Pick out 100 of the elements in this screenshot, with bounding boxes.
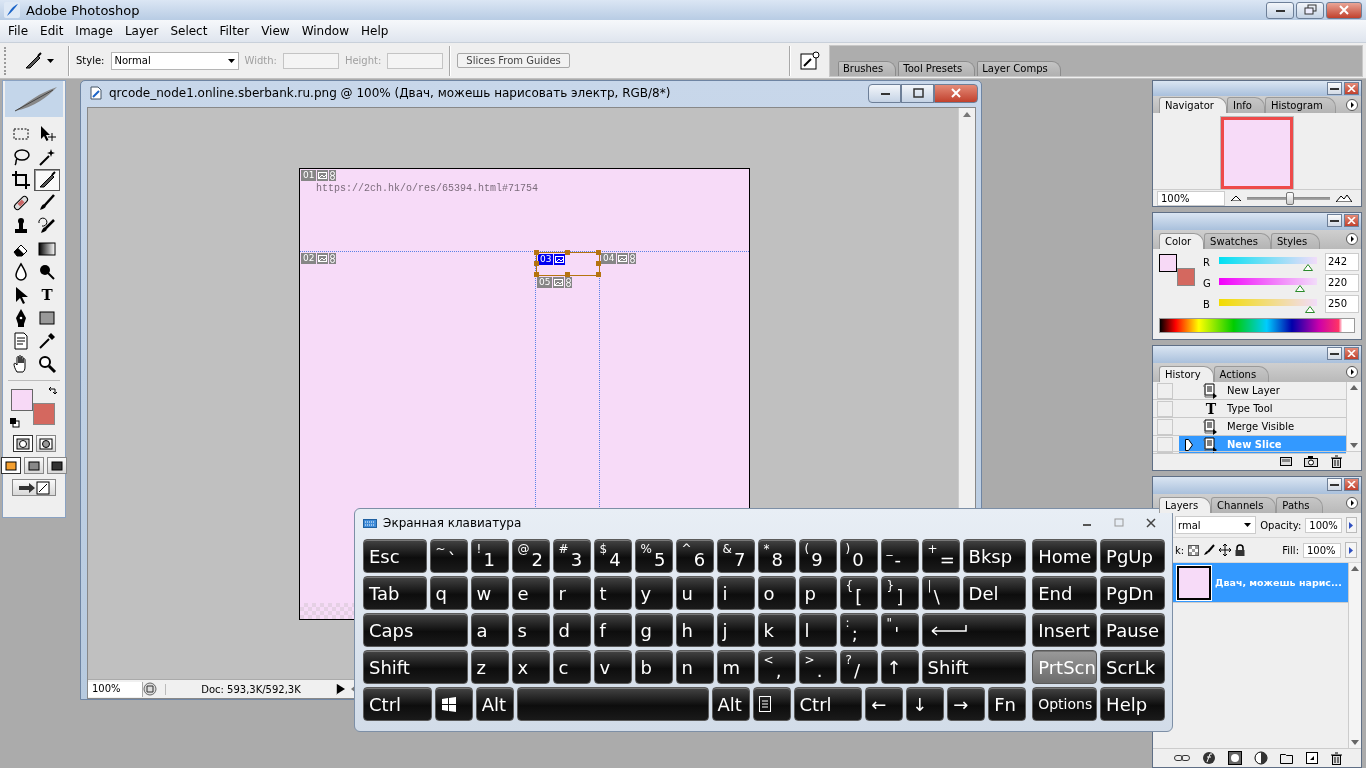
keyboard-key[interactable] [434,687,473,721]
keyboard-key[interactable]: r [552,576,591,610]
keyboard-key[interactable]: Help [1100,687,1165,721]
palette-menu-button[interactable] [1346,233,1358,245]
quick-mask-button[interactable] [35,435,56,452]
close-button[interactable] [1344,214,1359,227]
keyboard-key[interactable]: u [675,576,714,610]
zoom-field[interactable]: 100% [88,681,143,697]
move-cross-icon[interactable] [1219,544,1232,556]
foreground-swatch[interactable] [11,389,33,411]
palette-menu-button[interactable] [1346,497,1358,509]
foreground-swatch[interactable] [1159,254,1177,272]
keyboard-key[interactable]: f [593,613,632,647]
camera-icon[interactable] [1304,455,1318,467]
keyboard-key[interactable]: Shift [363,650,468,684]
keyboard-key[interactable]: PrtScn [1032,650,1098,684]
channel-slider[interactable] [1219,257,1317,271]
palette-menu-button[interactable] [1346,99,1358,112]
opacity-slider-button[interactable] [1345,517,1357,533]
resize-handle[interactable] [596,250,601,255]
keyboard-key[interactable]: Esc [363,539,427,573]
keyboard-key[interactable]: s [511,613,550,647]
new-layer-icon[interactable] [1306,752,1318,764]
keyboard-key[interactable]: )0 [839,539,878,573]
palette-tab[interactable]: Actions [1213,366,1270,382]
minimize-button[interactable] [1327,347,1342,360]
keyboard-key[interactable]: *8 [757,539,796,573]
channel-value-field[interactable]: 220 [1325,274,1359,292]
minimize-button[interactable] [1327,478,1342,491]
keyboard-key[interactable]: i [716,576,755,610]
keyboard-key[interactable]: → [947,687,986,721]
grip-handle[interactable] [4,46,9,75]
style-dropdown[interactable]: Normal [110,51,239,70]
close-button[interactable] [1344,82,1359,95]
small-mountain-icon[interactable] [1231,195,1241,201]
history-item[interactable]: T Type Tool [1179,400,1346,417]
resize-handle[interactable] [565,250,570,255]
history-item[interactable]: New Layer [1179,382,1346,399]
background-swatch[interactable] [33,403,55,425]
color-spectrum-bar[interactable] [1159,318,1355,333]
keyboard-key[interactable]: ↑ [880,650,919,684]
keyboard-key[interactable]: Ctrl [793,687,863,721]
menu-item[interactable]: Image [69,24,119,38]
palette-tab[interactable]: Swatches [1204,233,1271,249]
keyboard-key[interactable]: ScrLk [1100,650,1165,684]
palette-tab[interactable]: Color [1159,233,1205,249]
keyboard-key[interactable]: d [552,613,591,647]
palette-tab[interactable]: Paths [1276,497,1323,513]
zoom-field[interactable]: 100% [1157,190,1225,206]
keyboard-key[interactable]: z [470,650,509,684]
keyboard-key[interactable]: y [634,576,673,610]
folder-icon[interactable] [1280,752,1294,764]
close-button[interactable] [1344,347,1359,360]
palette-well-tab[interactable]: Tool Presets [898,60,976,76]
keyboard-key[interactable]: !1 [470,539,509,573]
keyboard-key[interactable]: k [757,613,796,647]
default-colors-icon[interactable] [10,418,20,428]
standard-mode-button[interactable] [12,435,33,452]
restore-button[interactable] [1296,1,1324,19]
menu-item[interactable]: Window [295,24,355,38]
keyboard-key[interactable]: Fn [988,687,1027,721]
navigator-preview[interactable] [1221,117,1293,190]
mask-icon[interactable] [1228,751,1242,765]
keyboard-key[interactable]: %5 [634,539,673,573]
minimize-button[interactable] [1327,82,1342,95]
vertical-scrollbar[interactable] [1347,563,1361,748]
keyboard-key[interactable]: m [716,650,755,684]
brush-icon[interactable] [1203,544,1216,556]
channel-slider[interactable] [1219,278,1317,292]
keyboard-key[interactable]: j [716,613,755,647]
keyboard-key[interactable]: Ctrl [363,687,432,721]
keyboard-key[interactable]: :; [839,613,878,647]
keyboard-key[interactable]: c [552,650,591,684]
keyboard-key[interactable] [752,687,791,721]
keyboard-key[interactable]: ^6 [675,539,714,573]
type-tool-button[interactable]: T [34,284,60,306]
keyboard-key[interactable]: Pause [1100,613,1165,647]
keyboard-key[interactable]: }] [880,576,919,610]
space-key[interactable] [516,687,709,721]
minimize-button[interactable] [1327,214,1342,227]
palette-well-tab[interactable]: Layer Comps [977,60,1061,76]
slices-from-guides-button[interactable]: Slices From Guides [457,53,570,68]
palette-tab[interactable]: Styles [1270,233,1321,249]
keyboard-key[interactable]: PgDn [1100,576,1165,610]
resize-handle[interactable] [596,272,601,277]
padlock-icon[interactable] [1235,544,1246,556]
screen-mode-button[interactable] [1,457,21,474]
large-mountain-icon[interactable] [1336,194,1352,202]
keyboard-key[interactable]: h [675,613,714,647]
keyboard-key[interactable] [921,613,1027,647]
close-button[interactable] [1344,478,1359,491]
keyboard-key[interactable]: a [470,613,509,647]
palette-tab[interactable]: Layers [1159,497,1212,513]
keyboard-key[interactable]: <, [757,650,796,684]
resize-handle[interactable] [596,261,601,266]
keyboard-key[interactable]: Shift [921,650,1027,684]
keyboard-key[interactable]: {[ [839,576,878,610]
keyboard-key[interactable]: PgUp [1100,539,1165,573]
checkerboard-icon[interactable] [1188,544,1200,556]
keyboard-key[interactable]: Alt [475,687,514,721]
